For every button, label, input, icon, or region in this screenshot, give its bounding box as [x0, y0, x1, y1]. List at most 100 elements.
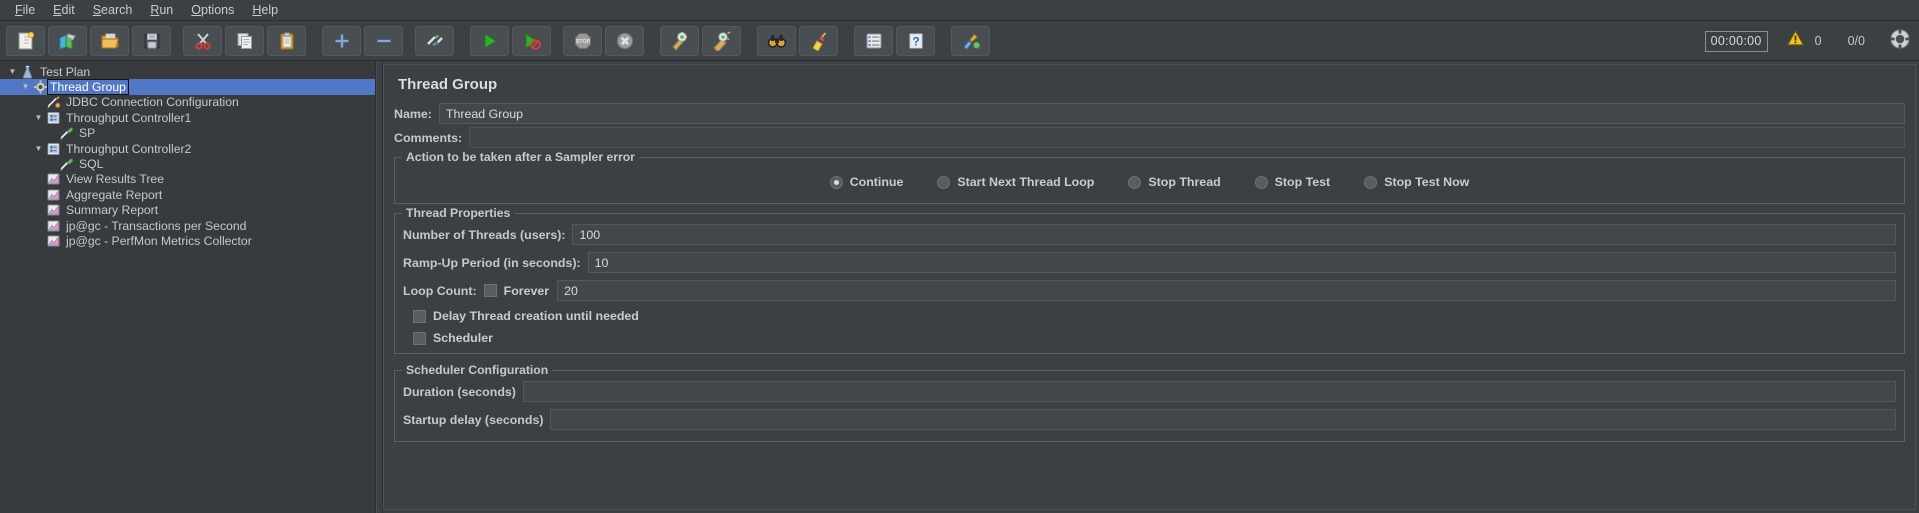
- name-input[interactable]: [438, 103, 1905, 124]
- tree-node-view-results-tree[interactable]: View Results Tree: [0, 172, 375, 187]
- gear-broom-all-icon: [712, 30, 732, 51]
- chevron-down-icon[interactable]: ▼: [32, 144, 45, 153]
- tree-node-aggregate-report[interactable]: Aggregate Report: [0, 187, 375, 202]
- delay-thread-checkbox[interactable]: [413, 309, 426, 323]
- duration-label: Duration (seconds): [403, 384, 516, 399]
- active-thread-count: 0/0: [1847, 34, 1865, 48]
- tree-node-summary-report[interactable]: Summary Report: [0, 203, 375, 218]
- warning-indicator[interactable]: 0: [1786, 29, 1822, 53]
- paste-button[interactable]: [267, 25, 306, 56]
- help-button[interactable]: ?: [896, 25, 935, 56]
- loop-count-row: Loop Count: Forever: [403, 280, 1896, 301]
- chevron-down-icon[interactable]: ▼: [6, 67, 19, 76]
- open-button[interactable]: [90, 25, 129, 56]
- radio-option-stop-test-now[interactable]: Stop Test Now: [1364, 175, 1469, 189]
- startup-delay-input[interactable]: [550, 409, 1896, 430]
- forever-checkbox[interactable]: [483, 284, 497, 297]
- tree-node-label: Throughput Controller1: [66, 110, 192, 125]
- test-plan-tree[interactable]: ▼ Test Plan ▼ Thread Group JDBC Connection C…: [0, 61, 376, 513]
- scheduler-configuration-group: Scheduler Configuration Duration (second…: [394, 363, 1905, 442]
- radio-option-start-next-thread-loop[interactable]: Start Next Thread Loop: [937, 175, 1094, 189]
- listener-chart-icon: [45, 234, 62, 248]
- controller-icon: [45, 142, 62, 156]
- start-button[interactable]: [470, 25, 509, 56]
- loop-count-input[interactable]: [557, 280, 1896, 301]
- radio-button[interactable]: [1364, 175, 1378, 189]
- scheduler-row[interactable]: Scheduler: [413, 331, 1896, 345]
- copy-button[interactable]: [225, 25, 264, 56]
- cut-button[interactable]: [183, 25, 222, 56]
- start-no-pauses-button[interactable]: [512, 25, 551, 56]
- menu-help[interactable]: Help: [243, 1, 287, 19]
- shutdown-button[interactable]: [605, 25, 644, 56]
- menu-file-label: ile: [22, 3, 36, 17]
- tree-node-thread-group[interactable]: ▼ Thread Group: [0, 79, 375, 96]
- menu-run[interactable]: Run: [141, 1, 182, 19]
- broom-icon: [809, 31, 829, 51]
- menu-search[interactable]: Search: [84, 1, 142, 19]
- tree-node-test-plan[interactable]: ▼ Test Plan: [0, 64, 375, 79]
- tree-node-label: Thread Group: [47, 79, 129, 96]
- radio-option-label: Stop Test: [1274, 175, 1331, 189]
- radio-button[interactable]: [829, 175, 843, 189]
- search-button[interactable]: [757, 25, 796, 56]
- radio-option-stop-thread[interactable]: Stop Thread: [1128, 175, 1221, 189]
- num-threads-row: Number of Threads (users):: [403, 224, 1896, 245]
- save-button[interactable]: [132, 25, 171, 56]
- chevron-down-icon[interactable]: ▼: [19, 83, 32, 91]
- expand-all-button[interactable]: [322, 25, 361, 56]
- collapse-all-button[interactable]: [364, 25, 403, 56]
- radio-button[interactable]: [1128, 175, 1142, 189]
- sampler-error-group-title: Action to be taken after a Sampler error: [402, 150, 639, 164]
- undo-redo-button[interactable]: [951, 25, 990, 56]
- toggle-button[interactable]: [415, 25, 454, 56]
- clear-all-button[interactable]: [702, 25, 741, 56]
- warning-count: 0: [1814, 34, 1822, 48]
- split-divider[interactable]: [376, 61, 383, 513]
- clear-button[interactable]: [660, 25, 699, 56]
- main-area: ▼ Test Plan ▼ Thread Group JDBC Connection C…: [0, 61, 1919, 513]
- duration-input[interactable]: [522, 381, 1896, 402]
- menu-edit[interactable]: Edit: [44, 1, 84, 19]
- reset-search-button[interactable]: [799, 25, 838, 56]
- menu-options-label: ptions: [201, 3, 235, 17]
- thread-properties-group-title: Thread Properties: [402, 206, 515, 220]
- plus-icon: [332, 31, 352, 51]
- radio-option-label: Stop Thread: [1148, 175, 1221, 189]
- menu-help-label: elp: [261, 3, 279, 17]
- thread-properties-group: Thread Properties Number of Threads (use…: [394, 206, 1905, 354]
- name-label: Name:: [394, 106, 432, 121]
- tree-node-jp-gc-transactions-per-second[interactable]: jp@gc - Transactions per Second: [0, 218, 375, 233]
- tree-node-jp-gc-perfmon-metrics-collector[interactable]: jp@gc - PerfMon Metrics Collector: [0, 233, 375, 248]
- tree-node-sp[interactable]: SP: [0, 126, 375, 141]
- stop-button[interactable]: STOP: [563, 25, 602, 56]
- new-test-plan-button[interactable]: [6, 25, 45, 56]
- ramp-up-input[interactable]: [587, 252, 1896, 273]
- menu-search-label: earch: [101, 3, 133, 17]
- tree-node-label: Summary Report: [66, 203, 159, 218]
- templates-button[interactable]: [48, 25, 87, 56]
- radio-option-continue[interactable]: Continue: [829, 175, 903, 189]
- chevron-down-icon[interactable]: ▼: [32, 113, 45, 122]
- tree-node-throughput-controller2[interactable]: ▼ Throughput Controller2: [0, 141, 375, 156]
- thread-status-icon-wrap[interactable]: [1889, 28, 1911, 55]
- comments-input[interactable]: [469, 127, 1905, 148]
- toolbar-status-cluster: 00:00:00 0 0/0: [1704, 21, 1911, 61]
- radio-button[interactable]: [1254, 175, 1268, 189]
- radio-button[interactable]: [937, 175, 951, 189]
- tree-node-jdbc-connection-configuration[interactable]: JDBC Connection Configuration: [0, 95, 375, 110]
- menu-file[interactable]: File: [6, 1, 44, 19]
- delay-thread-row[interactable]: Delay Thread creation until needed: [413, 309, 1896, 323]
- function-helper-button[interactable]: [854, 25, 893, 56]
- tree-node-throughput-controller1[interactable]: ▼ Throughput Controller1: [0, 110, 375, 125]
- scheduler-checkbox[interactable]: [413, 331, 426, 345]
- radio-option-label: Stop Test Now: [1384, 175, 1470, 189]
- tree-node-sql[interactable]: SQL: [0, 156, 375, 171]
- listener-chart-icon: [45, 188, 62, 202]
- tree-node-label: View Results Tree: [66, 172, 164, 187]
- shutdown-x-icon: [615, 31, 635, 51]
- radio-option-stop-test[interactable]: Stop Test: [1254, 175, 1331, 189]
- elapsed-timer: 00:00:00: [1704, 30, 1768, 52]
- menu-options[interactable]: Options: [182, 1, 243, 19]
- num-threads-input[interactable]: [572, 224, 1896, 245]
